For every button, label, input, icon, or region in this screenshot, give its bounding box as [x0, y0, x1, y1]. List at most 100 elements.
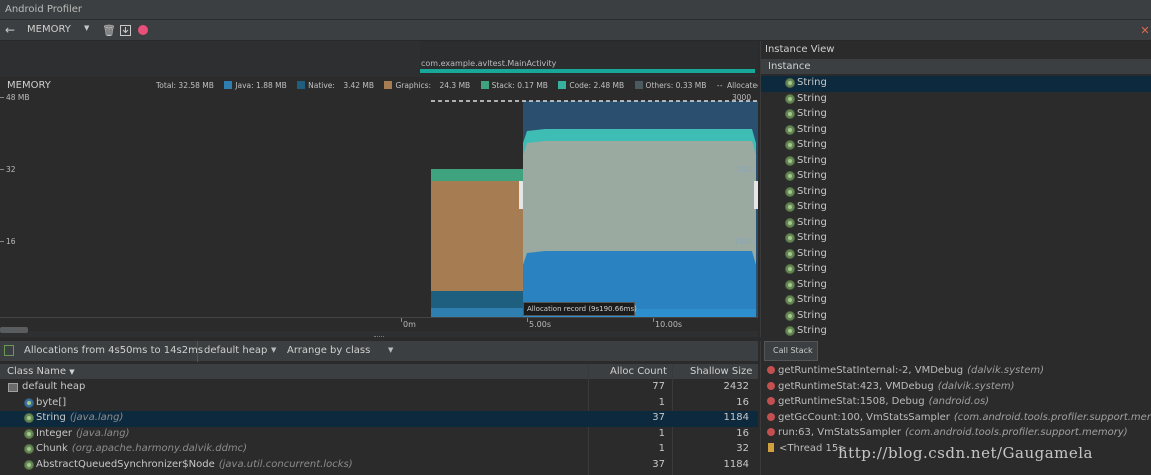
chevron-down-icon: ▼ [271, 346, 277, 354]
instance-name: String [797, 216, 827, 228]
col-class-name[interactable]: Class Name ▼ [7, 366, 75, 377]
class-icon [785, 78, 795, 88]
instance-row[interactable]: String [761, 324, 1151, 340]
class-name-text: byte[] [36, 396, 67, 408]
class-icon [785, 202, 795, 212]
time-label-5: 5.00s [529, 320, 551, 329]
shallow-size: 16 [736, 396, 749, 408]
export-icon[interactable] [4, 345, 14, 356]
profiler-toolbar: ← MEMORY ▼ 🗑 ✕ [0, 20, 1151, 41]
instance-row[interactable]: String [761, 185, 1151, 201]
legend-native-value: 3.42 MB [343, 81, 375, 90]
instance-row[interactable]: String [761, 231, 1151, 247]
call-stack-frame[interactable]: getRuntimeStat:423, VMDebug (dalvik.syste… [767, 381, 1015, 392]
legend-native: Native: [308, 81, 335, 90]
selection-handle-left[interactable] [519, 181, 523, 209]
class-row[interactable]: Chunk (org.apache.harmony.dalvik.ddmc) 1 32 [0, 442, 758, 458]
legend-code: Code: 2.48 MB [569, 81, 625, 90]
split-handle[interactable] [374, 336, 384, 338]
memory-legend: Total: 32.58 MB Java: 1.88 MB Native: 3.… [156, 81, 758, 90]
instance-row[interactable]: String [761, 247, 1151, 263]
instance-name: String [797, 77, 827, 88]
window-title: Android Profiler [5, 4, 83, 15]
instance-row[interactable]: String [761, 216, 1151, 232]
class-icon [785, 248, 795, 259]
class-row[interactable]: byte[] 1 16 [0, 396, 758, 412]
instance-row[interactable]: String [761, 92, 1151, 108]
selection-handle-right[interactable] [754, 181, 758, 209]
alloc-axis-mid: 2000 [734, 165, 754, 174]
y-axis-label-48: 48 MB [6, 93, 30, 102]
y-axis-label-32: 32 [6, 165, 16, 174]
call-stack-frame[interactable]: getRuntimeStatInternal:-2, VMDebug (dalvi… [767, 365, 1044, 376]
method-icon [767, 428, 775, 436]
instance-name: String [797, 263, 827, 274]
back-arrow-icon[interactable]: ← [3, 22, 17, 39]
instance-name: String [797, 108, 827, 119]
instance-name: String [797, 123, 827, 135]
memory-chart-svg [0, 97, 758, 317]
timeline-scrollbar[interactable] [0, 327, 28, 333]
call-stack-frame[interactable]: getGcCount:100, VmStatsSampler (com.andro… [767, 412, 1151, 423]
instance-row[interactable]: String [761, 309, 1151, 325]
class-row[interactable]: String (java.lang) 37 1184 [0, 411, 758, 427]
y-axis-label-16: 16 [6, 237, 16, 246]
instance-column-header[interactable]: Instance [761, 59, 1151, 75]
shallow-size: 1184 [723, 458, 749, 470]
heap-dump-icon[interactable] [119, 22, 131, 39]
watermark: http://blog.csdn.net/Gaugamela [838, 444, 1093, 462]
instance-name: String [797, 232, 827, 243]
instance-row[interactable]: String [761, 138, 1151, 154]
native-area [431, 291, 523, 308]
instance-row[interactable]: String [761, 154, 1151, 170]
profiler-select[interactable]: MEMORY ▼ [20, 22, 95, 39]
class-table-body: default heap 77 2432 byte[] 1 16 String (java.l… [0, 380, 758, 475]
instance-row[interactable]: String [761, 76, 1151, 92]
memory-chart[interactable]: 3000 2000 1000 [0, 77, 758, 317]
class-row[interactable]: Integer (java.lang) 1 16 [0, 427, 758, 443]
alloc-count: 1 [658, 443, 665, 454]
instance-row[interactable]: String [761, 262, 1151, 278]
instance-row[interactable]: String [761, 123, 1151, 139]
class-name: String (java.lang) [36, 412, 123, 423]
instance-row[interactable]: String [761, 293, 1151, 309]
class-icon [785, 155, 795, 166]
close-icon[interactable]: ✕ [1139, 22, 1151, 39]
trash-icon[interactable]: 🗑 [102, 22, 116, 39]
method-icon [767, 412, 775, 421]
call-stack-frame[interactable]: getRuntimeStat:1508, Debug (android.os) [767, 396, 989, 407]
class-icon [785, 279, 795, 290]
class-icon [785, 186, 795, 197]
instance-row[interactable]: String [761, 169, 1151, 185]
instance-row[interactable]: String [761, 107, 1151, 123]
class-icon [24, 459, 34, 470]
class-icon [785, 264, 795, 274]
allocation-record-text: Allocation record (9s190.66ms) [527, 305, 637, 313]
instance-name: String [797, 139, 827, 150]
class-row[interactable]: default heap 77 2432 [0, 380, 758, 396]
frame-package: (com.android.tools.profiler.support.memo… [953, 411, 1151, 423]
shallow-size: 2432 [723, 381, 749, 392]
alloc-count: 37 [652, 412, 665, 423]
frame-method: getRuntimeStat:1508, Debug [778, 396, 925, 407]
call-stack-frame[interactable]: <Thread 15> [767, 442, 847, 454]
time-label-10: 10.00s [655, 320, 683, 329]
instance-name: String [797, 278, 827, 290]
class-row[interactable]: AbstractQueuedSynchronizer$Node (java.uti… [0, 458, 758, 474]
tab-call-stack[interactable]: Call Stack [764, 341, 818, 361]
record-icon[interactable] [137, 22, 149, 39]
instance-row[interactable]: String [761, 278, 1151, 294]
class-icon [24, 444, 34, 454]
legend-others: Others: 0.33 MB [645, 81, 707, 90]
shallow-size: 32 [736, 443, 749, 454]
instance-row[interactable]: String [761, 200, 1151, 216]
arrange-select[interactable]: Arrange by class ▼ [281, 341, 399, 362]
class-name: default heap [22, 381, 85, 392]
col-shallow-size[interactable]: Shallow Size [690, 366, 752, 377]
class-toolbar: Allocations from 4s50ms to 14s2ms defaul… [0, 341, 758, 362]
shallow-size: 16 [736, 427, 749, 439]
col-alloc-count[interactable]: Alloc Count [610, 366, 667, 377]
frame-method: getRuntimeStat:423, VMDebug [778, 380, 934, 392]
call-stack-frame[interactable]: run:63, VmStatsSampler (com.android.tools… [767, 427, 1128, 438]
heap-select[interactable]: default heap ▼ [197, 341, 281, 362]
